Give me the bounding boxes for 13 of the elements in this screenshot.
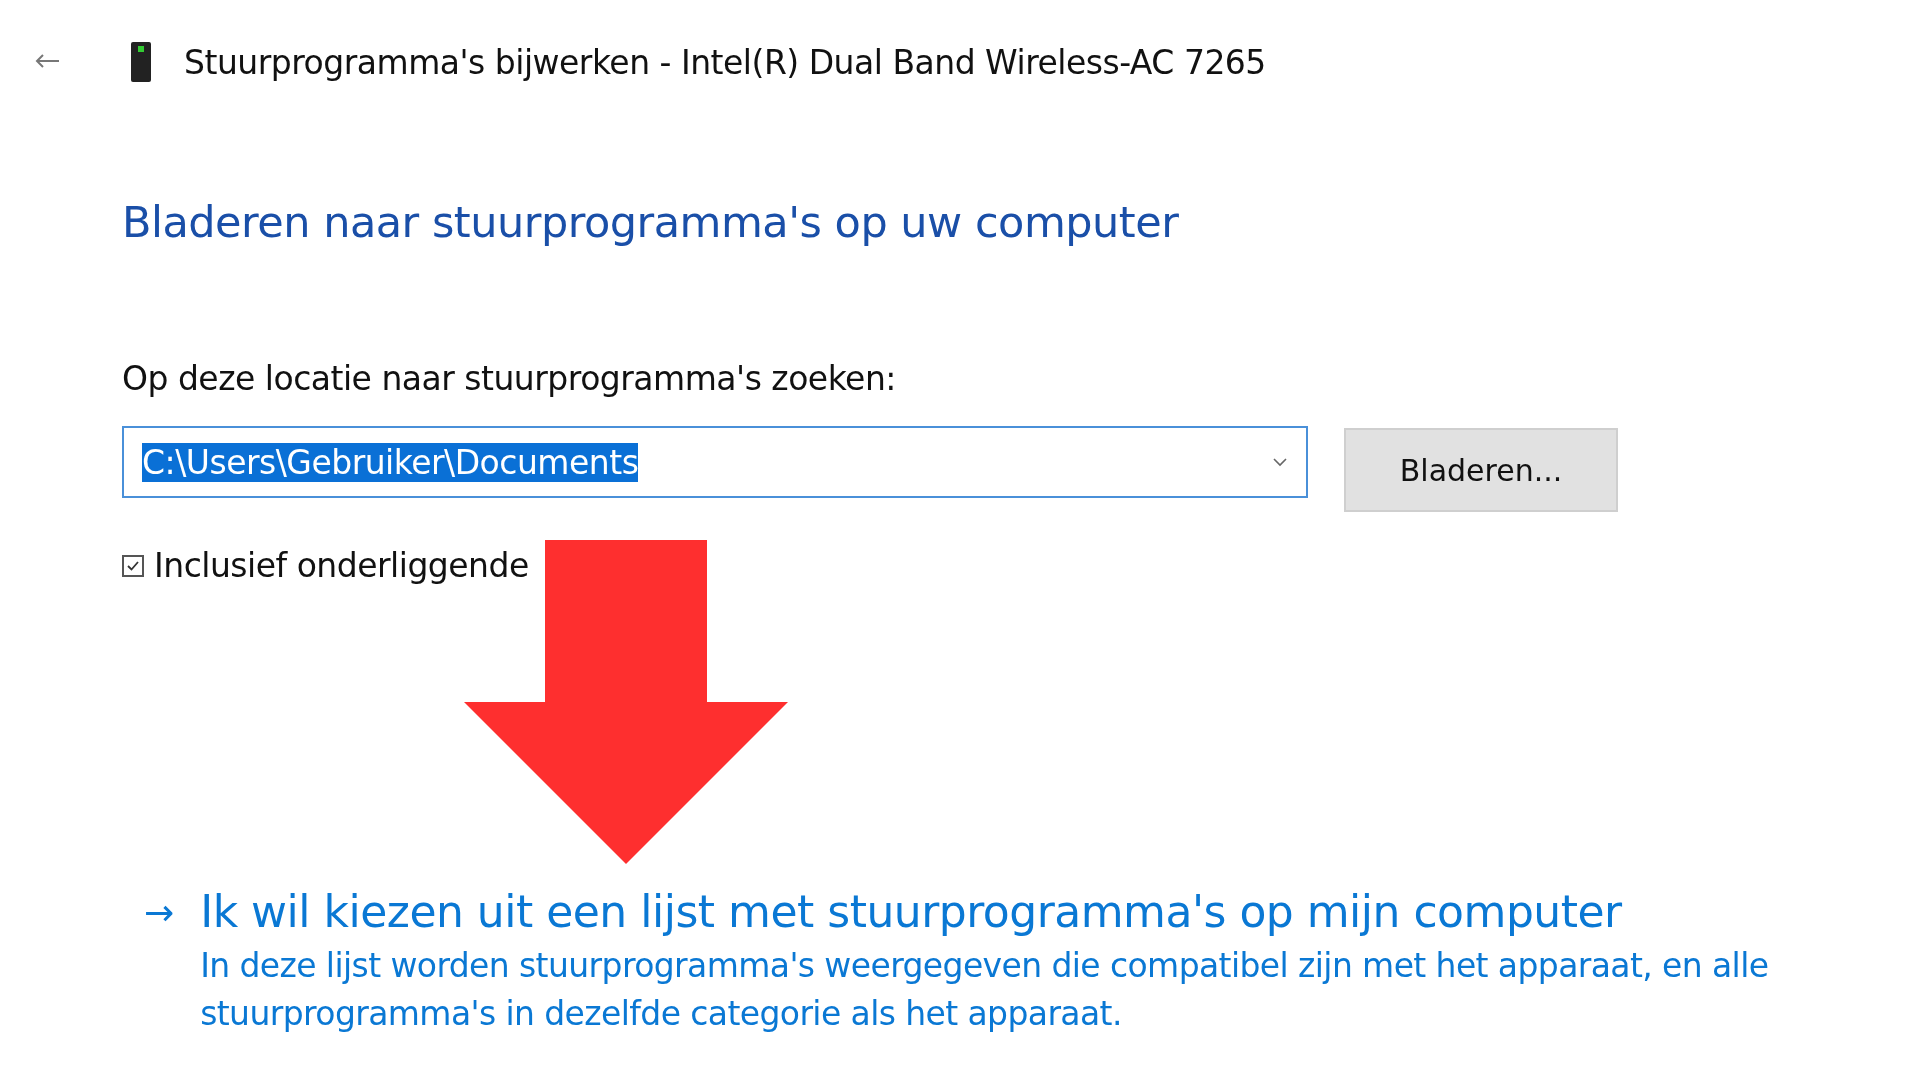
page-heading: Bladeren naar stuurprogramma's op uw computer [122,198,1180,246]
browse-button[interactable]: Bladeren... [1344,428,1618,512]
link-description: In deze lijst worden stuurprogramma's weergegeven die compatibel zijn met het apparaat, en alle stuurprogramma's in dezelfde categorie als het apparaat. [200,945,1770,1035]
location-label: Op deze locatie naar stuurprogramma's zoeken: [122,360,897,398]
back-arrow-icon [34,52,60,69]
location-field[interactable]: C:\Users\Gebruiker\Documents [122,426,1308,498]
device-icon [128,40,154,84]
dropdown-chevron-icon [1272,457,1288,467]
subfolders-checkbox[interactable] [122,555,144,577]
link-arrow: → [144,892,175,935]
window-title: Stuurprogramma's bijwerken - Intel(R) Dual Band Wireless-AC 7265 [184,42,1266,82]
subfolders-label: Inclusief onderliggende [154,546,529,586]
driver-list-link[interactable]: Ik wil kiezen uit een lijst met stuurprogramma's op mijn computer [200,886,1841,938]
